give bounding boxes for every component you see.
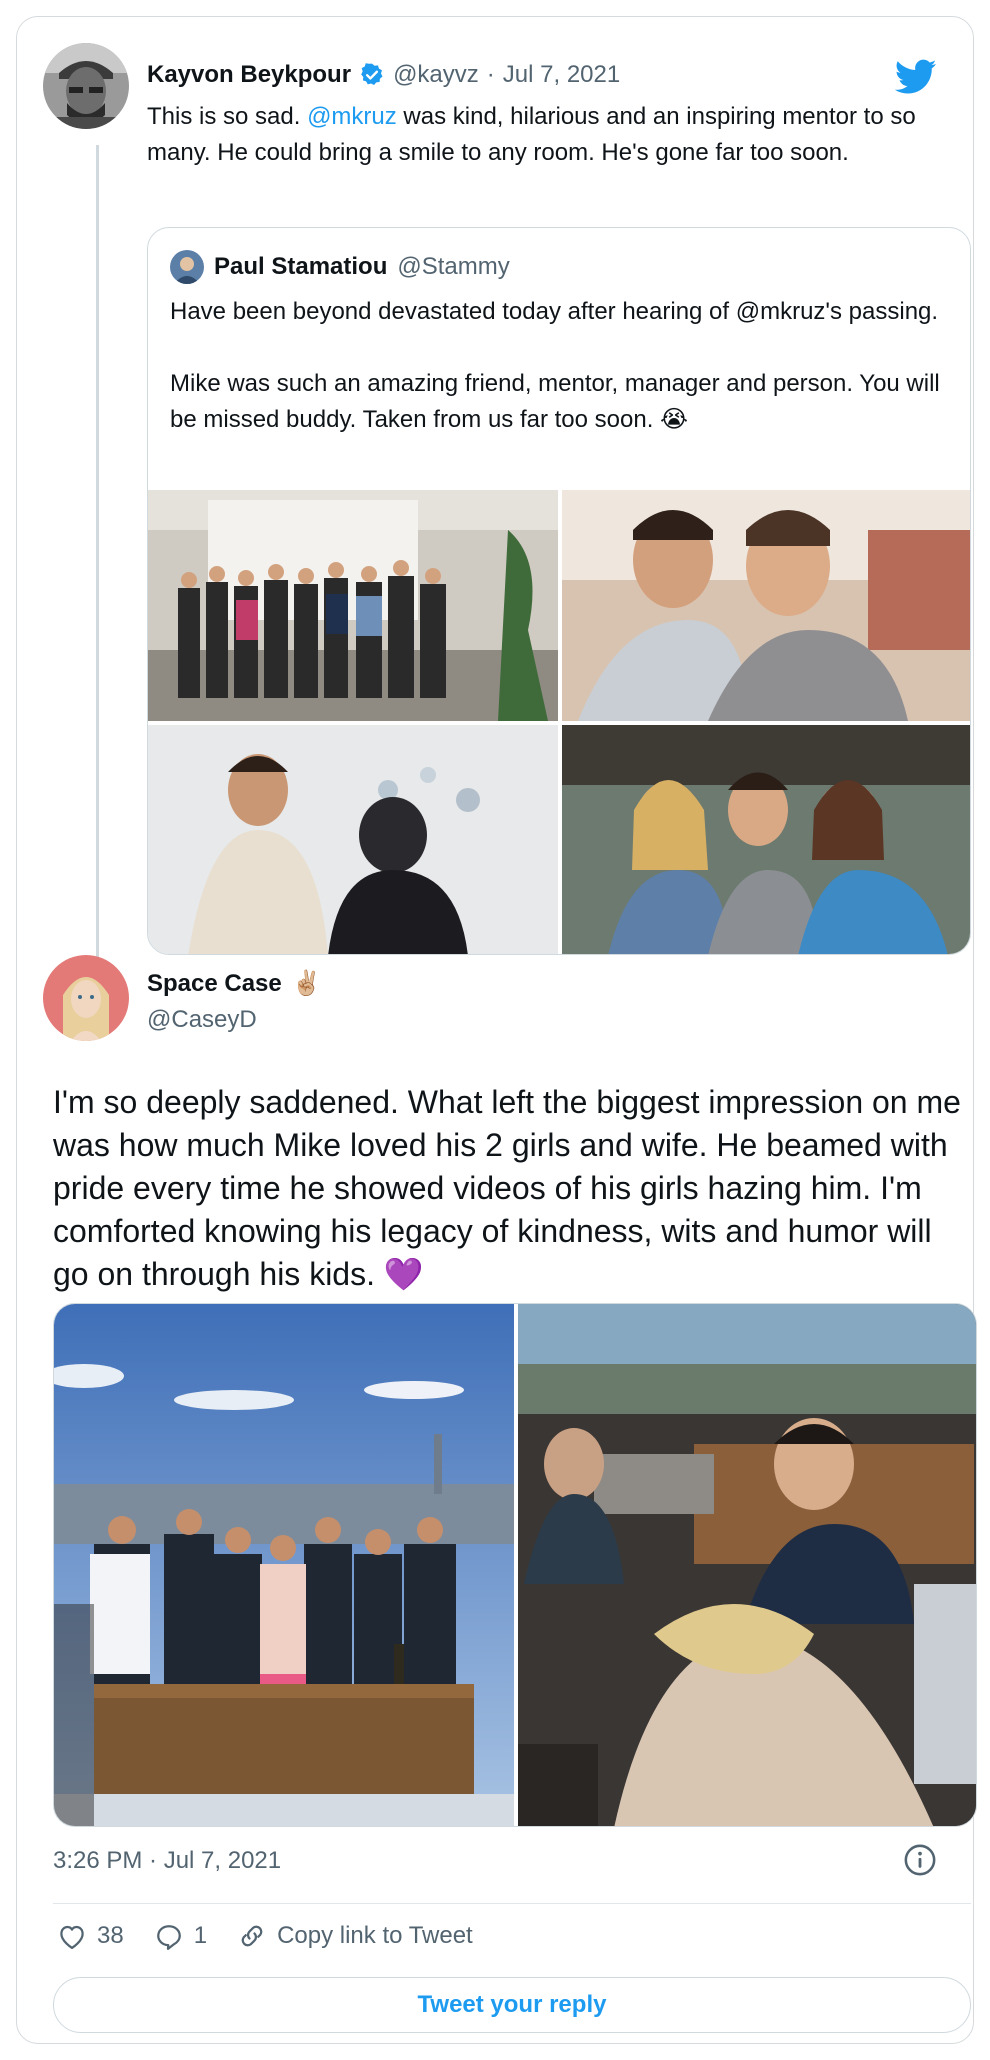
tweet-card: Kayvon Beykpour @kayvz · Jul 7, 2021 Thi… — [16, 16, 977, 2044]
info-icon[interactable] — [903, 1843, 937, 1877]
quote-photo-1[interactable] — [148, 490, 558, 721]
divider — [53, 1903, 971, 1904]
reply-text: I'm so deeply saddened. What left the bi… — [53, 1084, 961, 1292]
author-handle[interactable]: @kayvz — [393, 61, 479, 89]
copy-link-action[interactable]: Copy link to Tweet — [237, 1921, 473, 1951]
tweet-your-reply-button[interactable]: Tweet your reply — [53, 1977, 971, 2033]
reply-count: 1 — [193, 1922, 208, 1949]
reply-timestamp[interactable]: 3:26 PM · Jul 7, 2021 — [53, 1847, 281, 1875]
heart-icon — [60, 1925, 84, 1949]
quoted-tweet[interactable]: Paul Stamatiou @Stammy Have been beyond … — [147, 227, 971, 955]
reply-photo-grid — [53, 1303, 977, 1827]
paul-avatar[interactable] — [170, 250, 204, 284]
reply-icon — [156, 1925, 181, 1950]
quote-header: Paul Stamatiou @Stammy — [170, 250, 510, 284]
reply-photo-1[interactable] — [54, 1304, 514, 1827]
verified-badge-icon — [361, 63, 383, 85]
copy-link-label: Copy link to Tweet — [277, 1922, 473, 1949]
like-count: 38 — [97, 1922, 124, 1949]
quote-photo-3[interactable] — [148, 725, 558, 955]
link-icon — [241, 1925, 263, 1947]
reply-author-name[interactable]: Space Case — [147, 970, 282, 998]
kayvon-avatar[interactable] — [43, 43, 129, 129]
reply-photo-2[interactable] — [518, 1304, 977, 1827]
reply-author-handle[interactable]: @CaseyD — [147, 1006, 322, 1034]
peace-emoji: ✌🏼 — [291, 970, 322, 997]
twitter-bird-icon[interactable] — [895, 59, 937, 95]
quote-photo-grid — [148, 490, 971, 955]
separator: · — [486, 61, 495, 88]
tweet-header: Kayvon Beykpour @kayvz · Jul 7, 2021 — [147, 61, 620, 89]
author-name[interactable]: Kayvon Beykpour — [147, 61, 351, 89]
thread-line — [96, 145, 99, 969]
action-bar: 38 1 Copy link to Tweet — [57, 1921, 473, 1951]
quote-text: Have been beyond devastated today after … — [170, 294, 960, 438]
tweet-text: This is so sad. @mkruz was kind, hilario… — [147, 99, 967, 171]
tweet-text-start: This is so sad. — [147, 103, 308, 130]
mention-link[interactable]: @mkruz — [307, 103, 397, 130]
quote-author-name[interactable]: Paul Stamatiou — [214, 253, 387, 281]
like-action[interactable]: 38 — [57, 1922, 124, 1950]
quote-author-handle[interactable]: @Stammy — [397, 253, 509, 281]
quote-photo-4[interactable] — [562, 725, 971, 955]
reply-action[interactable]: 1 — [154, 1922, 207, 1950]
quote-photo-2[interactable] — [562, 490, 971, 721]
reply-header: Space Case ✌🏼 @CaseyD — [147, 969, 322, 1034]
quote-paragraph-2: Mike was such an amazing friend, mentor,… — [170, 370, 940, 433]
quote-paragraph-1: Have been beyond devastated today after … — [170, 298, 939, 325]
casey-avatar[interactable] — [43, 955, 129, 1041]
tweet-date[interactable]: Jul 7, 2021 — [503, 61, 620, 89]
